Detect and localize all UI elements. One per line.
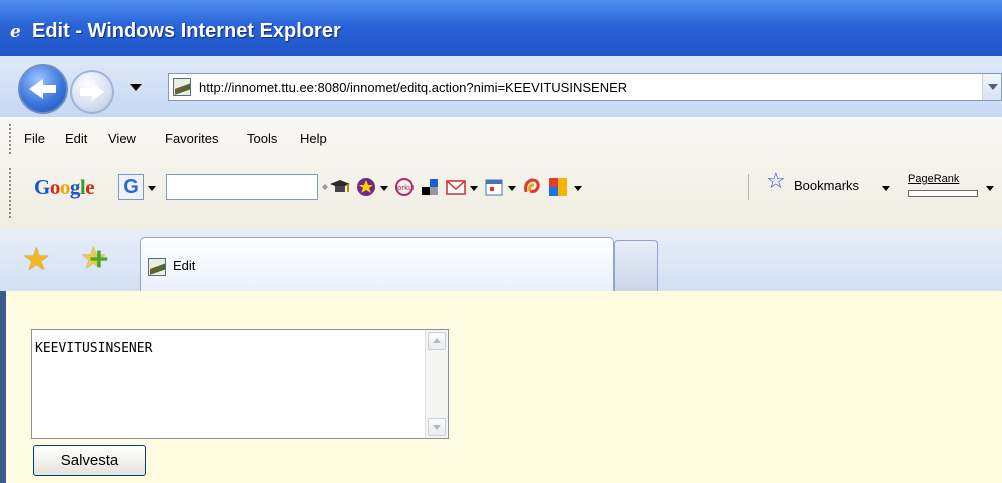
textarea-value[interactable]: KEEVITUSINSENER <box>35 341 152 356</box>
menu-favorites[interactable]: Favorites <box>165 131 218 146</box>
textarea-scrollbar[interactable] <box>425 330 448 438</box>
picasa-icon[interactable] <box>522 177 542 197</box>
name-textarea[interactable]: KEEVITUSINSENER <box>31 329 449 439</box>
pagerank-bar <box>908 190 978 197</box>
google-logo-letter: G <box>34 175 50 199</box>
apps-dropdown-icon[interactable] <box>574 186 582 191</box>
toolbar-divider <box>748 174 749 200</box>
bookmarks-button[interactable]: Bookmarks <box>794 178 859 193</box>
star-ball-dropdown-icon[interactable] <box>380 186 388 191</box>
history-dropdown-icon[interactable] <box>130 84 142 91</box>
back-button[interactable] <box>18 64 68 114</box>
bookmarks-star-icon[interactable]: ☆ <box>766 171 786 193</box>
pagerank-label[interactable]: PageRank <box>908 173 959 185</box>
tab-edit[interactable]: Edit <box>140 237 614 292</box>
graduation-cap-icon[interactable] <box>330 177 350 197</box>
star-ball-icon[interactable] <box>356 177 376 197</box>
address-dropdown-icon[interactable] <box>982 74 1001 100</box>
orkut-icon[interactable]: orkut <box>394 177 415 197</box>
scroll-up-icon[interactable] <box>428 332 446 350</box>
tab-label: Edit <box>173 258 196 273</box>
bookmarks-dropdown-icon[interactable] <box>882 186 890 191</box>
menu-grip[interactable] <box>9 124 13 154</box>
tab-favicon-icon <box>148 258 166 276</box>
new-tab-button[interactable] <box>614 240 658 291</box>
internet-explorer-icon: e <box>10 22 21 42</box>
menu-help[interactable]: Help <box>300 131 327 146</box>
menu-view[interactable]: View <box>108 131 136 146</box>
svg-text:orkut: orkut <box>397 184 414 192</box>
toolbar-grip[interactable] <box>9 168 13 218</box>
google-logo-letter: o <box>59 175 71 199</box>
mail-icon[interactable] <box>446 177 466 197</box>
page-favicon-icon <box>173 78 191 96</box>
scroll-down-icon[interactable] <box>428 418 446 436</box>
forward-arrow-icon <box>92 83 104 101</box>
plus-icon: + <box>88 244 110 274</box>
menu-file[interactable]: File <box>24 131 45 146</box>
google-logo-letter: g <box>69 175 81 199</box>
title-bar: e Edit - Windows Internet Explorer <box>0 0 1002 56</box>
toolbar-separator-grip <box>322 177 328 197</box>
calendar-dropdown-icon[interactable] <box>508 186 516 191</box>
save-button[interactable]: Salvesta <box>33 445 146 476</box>
google-logo-letter: e <box>85 175 95 199</box>
google-logo-letter: o <box>49 175 61 199</box>
back-arrow-icon <box>29 79 43 99</box>
google-logo[interactable]: Google <box>34 175 95 200</box>
google-dropdown-icon[interactable] <box>148 186 156 191</box>
apps-icon[interactable] <box>548 177 568 197</box>
pagerank-dropdown-icon[interactable] <box>986 186 994 191</box>
menu-edit[interactable]: Edit <box>65 131 87 146</box>
blocks-icon[interactable] <box>420 177 440 197</box>
mail-dropdown-icon[interactable] <box>470 186 478 191</box>
add-favorites-star-icon[interactable]: ★ + <box>80 244 110 275</box>
address-url[interactable]: http://innomet.ttu.ee:8080/innomet/editq… <box>199 80 627 95</box>
google-search-button[interactable]: G <box>118 174 144 200</box>
favorites-center-star-icon[interactable]: ★ <box>22 243 51 275</box>
google-search-input[interactable] <box>166 174 318 200</box>
menu-tools[interactable]: Tools <box>247 131 277 146</box>
calendar-icon[interactable] <box>484 177 504 197</box>
address-bar[interactable]: http://innomet.ttu.ee:8080/innomet/editq… <box>168 73 1002 101</box>
window-title: Edit - Windows Internet Explorer <box>32 20 341 42</box>
forward-button[interactable] <box>70 70 114 114</box>
toolbar-area <box>0 117 1002 231</box>
back-arrow-shaft <box>42 85 56 93</box>
